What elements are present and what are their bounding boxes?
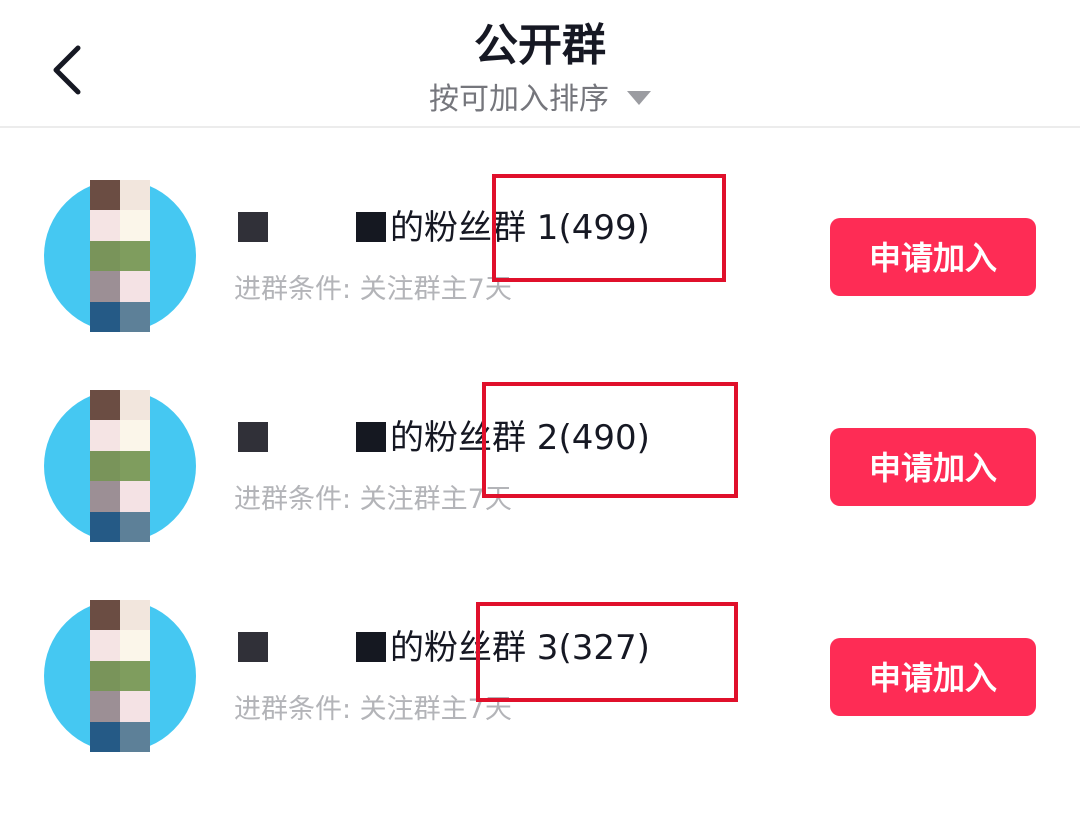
avatar-mosaic [90,390,150,542]
apply-join-button[interactable]: 申请加入 [830,428,1036,506]
redacted-block [238,211,268,242]
group-avatar [44,180,196,332]
avatar-mosaic [90,180,150,332]
page-title: 公开群 [474,20,606,71]
apply-join-button[interactable]: 申请加入 [830,218,1036,296]
redacted-block [238,421,268,452]
group-avatar [44,600,196,752]
sort-label: 按可加入排序 [429,82,609,117]
join-condition: 进群条件: 关注群主7天 [234,274,512,305]
highlight-box [482,382,738,498]
group-avatar [44,390,196,542]
join-condition: 进群条件: 关注群主7天 [234,694,512,725]
caret-down-icon [627,90,651,105]
redacted-block [356,631,386,662]
top-bar: 公开群 按可加入排序 [0,0,1080,128]
apply-join-button[interactable]: 申请加入 [830,638,1036,716]
sort-dropdown[interactable]: 按可加入排序 [0,78,1080,122]
highlight-box [492,174,726,282]
avatar-mosaic [90,600,150,752]
highlight-box [476,602,738,702]
join-condition: 进群条件: 关注群主7天 [234,484,512,515]
redacted-block [356,421,386,452]
redacted-block [238,631,268,662]
redacted-block [356,211,386,242]
